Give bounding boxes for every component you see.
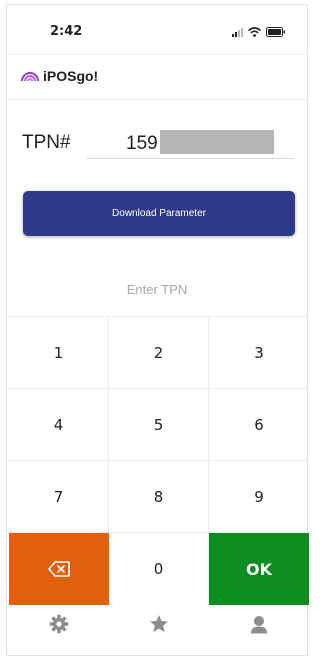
tpn-label: TPN#: [22, 132, 71, 153]
key-0[interactable]: 0: [109, 533, 209, 605]
key-4[interactable]: 4: [9, 389, 109, 461]
key-2[interactable]: 2: [109, 317, 209, 389]
app-header: iPOSgo!: [6, 54, 308, 100]
tpn-row: TPN# 159: [6, 122, 308, 162]
status-bar: 2:42: [6, 4, 308, 54]
key-6[interactable]: 6: [209, 389, 309, 461]
gear-icon: [49, 614, 69, 634]
logo-text: iPOSgo!: [43, 68, 99, 84]
app-logo: iPOSgo!: [20, 68, 98, 84]
backspace-button[interactable]: [9, 533, 109, 605]
status-icons: [232, 27, 286, 37]
tpn-value: 159: [126, 133, 158, 154]
ok-button[interactable]: OK: [209, 533, 309, 605]
numeric-keypad: 1 2 3 4 5 6 7 8 9 0 OK: [9, 316, 309, 605]
logo-icon: [21, 72, 39, 82]
download-parameter-label: Download Parameter: [112, 208, 206, 219]
battery-icon: [266, 27, 286, 37]
tpn-field[interactable]: 159: [86, 124, 294, 159]
tab-favorites[interactable]: [109, 604, 209, 644]
wifi-icon: [248, 27, 261, 37]
tpn-redaction: [160, 130, 274, 154]
signal-icon: [232, 28, 243, 37]
star-icon: [150, 615, 168, 632]
status-time: 2:42: [50, 24, 83, 39]
backspace-icon: [48, 561, 70, 577]
key-1[interactable]: 1: [9, 317, 109, 389]
tab-profile[interactable]: [209, 604, 309, 644]
enter-tpn-prompt: Enter TPN: [126, 282, 188, 297]
key-5[interactable]: 5: [109, 389, 209, 461]
key-7[interactable]: 7: [9, 461, 109, 533]
download-parameter-button[interactable]: Download Parameter: [23, 191, 295, 236]
key-8[interactable]: 8: [109, 461, 209, 533]
key-9[interactable]: 9: [209, 461, 309, 533]
tab-settings[interactable]: [9, 604, 109, 644]
bottom-tab-bar: [9, 604, 309, 644]
user-icon: [251, 616, 267, 634]
key-3[interactable]: 3: [209, 317, 309, 389]
